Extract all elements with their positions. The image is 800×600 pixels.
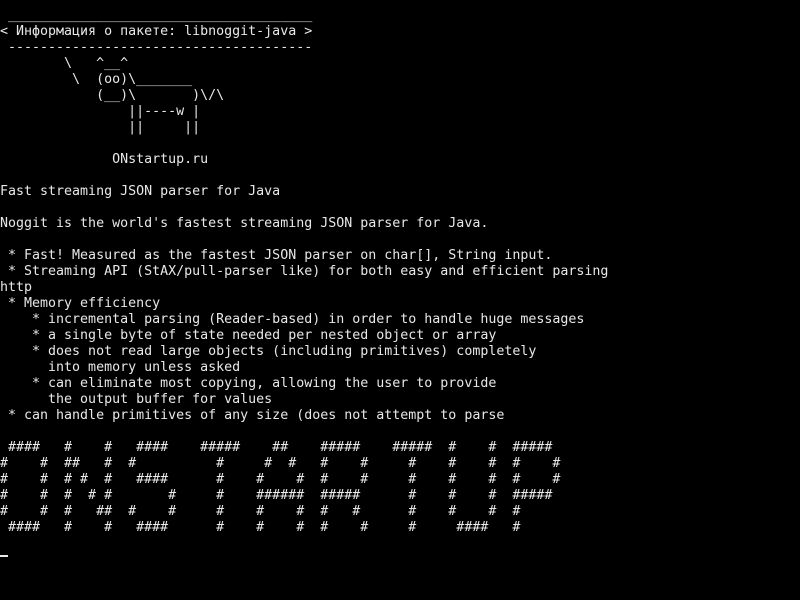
terminal-line: * can handle primitives of any size (doe… <box>0 408 505 423</box>
terminal-line: ______________________________________ <box>0 8 313 23</box>
terminal-line: * incremental parsing (Reader-based) in … <box>0 312 585 327</box>
terminal-line: # # ## # # # # # # # # # # # # <box>0 456 561 471</box>
terminal-line: -------------------------------------- <box>0 40 313 55</box>
terminal-line: # # # # # # # ###### ##### # # # ##### <box>0 488 553 503</box>
terminal-line: \ (oo)\_______ <box>0 72 193 87</box>
terminal-line: #### # # #### ##### ## ##### ##### # # #… <box>0 440 553 455</box>
terminal-line: #### # # #### # # # # # # #### # <box>0 520 521 535</box>
terminal-line: * Fast! Measured as the fastest JSON par… <box>0 248 553 263</box>
terminal-line: < Информация о пакете: libnoggit-java > <box>0 24 313 39</box>
terminal-screen[interactable]: ______________________________________ < … <box>0 0 800 600</box>
terminal-line: \ ^__^ <box>0 56 129 71</box>
terminal-line: # # # # # #### # # # # # # # # # # <box>0 472 561 487</box>
terminal-line: * Memory efficiency <box>0 296 161 311</box>
terminal-cursor <box>0 555 8 557</box>
terminal-line: * can eliminate most copying, allowing t… <box>0 376 497 391</box>
terminal-line: http <box>0 280 33 295</box>
terminal-line: * a single byte of state needed per nest… <box>0 328 497 343</box>
terminal-line: ONstartup.ru <box>0 152 209 167</box>
terminal-line: Fast streaming JSON parser for Java <box>0 184 281 199</box>
terminal-line: # # # ## # # # # # # # # # # # <box>0 504 521 519</box>
terminal-line: the output buffer for values <box>0 392 273 407</box>
terminal-line: * Streaming API (StAX/pull-parser like) … <box>0 264 609 279</box>
terminal-line: Noggit is the world's fastest streaming … <box>0 216 489 231</box>
terminal-line: (__)\ )\/\ <box>0 88 225 103</box>
terminal-line: into memory unless asked <box>0 360 241 375</box>
terminal-line: ||----w | <box>0 104 201 119</box>
terminal-line: || || <box>0 120 201 135</box>
terminal-line: * does not read large objects (including… <box>0 344 537 359</box>
